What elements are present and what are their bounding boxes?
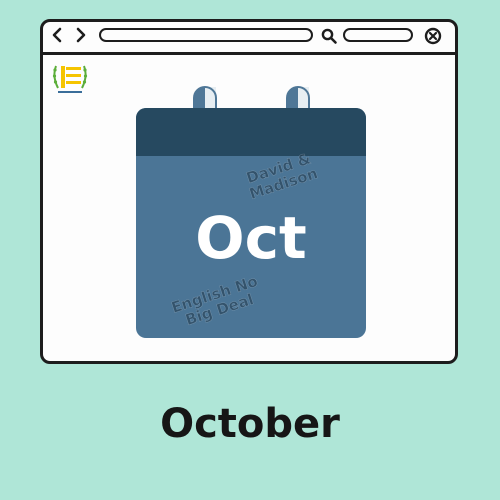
browser-toolbar xyxy=(43,22,455,55)
search-field[interactable] xyxy=(343,28,413,42)
address-bar[interactable] xyxy=(99,28,313,42)
back-button[interactable] xyxy=(49,26,65,44)
month-caption: October xyxy=(160,401,340,447)
calendar-page: David & Madison Oct English No Big Deal xyxy=(136,108,366,338)
calendar-header xyxy=(136,108,366,156)
search-button[interactable] xyxy=(320,27,338,45)
logo-icon xyxy=(52,65,88,93)
calendar-month-label: Oct xyxy=(195,204,307,272)
site-logo[interactable] xyxy=(52,62,88,96)
forward-button[interactable] xyxy=(73,26,89,44)
watermark-english-no-big-deal: English No Big Deal xyxy=(160,270,275,334)
close-button[interactable] xyxy=(424,27,442,45)
back-icon xyxy=(52,27,62,43)
close-icon xyxy=(424,27,442,45)
browser-window: David & Madison Oct English No Big Deal xyxy=(40,19,458,364)
search-icon xyxy=(321,28,337,44)
forward-icon xyxy=(76,27,86,43)
